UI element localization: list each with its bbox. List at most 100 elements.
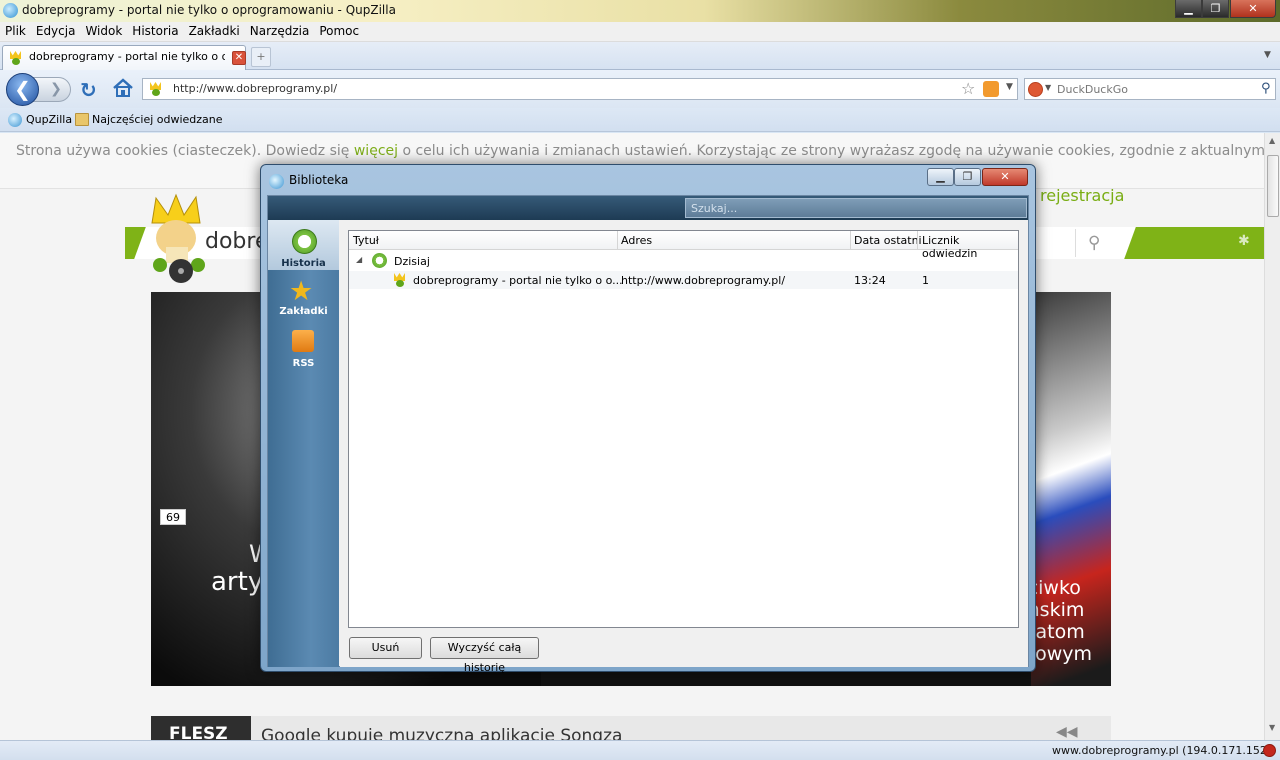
column-divider[interactable] bbox=[617, 231, 618, 250]
group-label: Dzisiaj bbox=[394, 255, 430, 268]
row-title: dobreprogramy - portal nie tylko o o... bbox=[413, 274, 623, 287]
library-maximize-button[interactable]: ❐ bbox=[954, 168, 981, 186]
comment-count-badge[interactable]: 69 bbox=[160, 509, 186, 525]
bookmarks-toolbar: QupZilla Najczęściej odwiedzane bbox=[0, 108, 1280, 132]
ticker-headline[interactable]: Google kupuje muzyczną aplikację Songza bbox=[261, 726, 622, 740]
history-clock-icon bbox=[292, 229, 317, 254]
tab-list-dropdown-icon[interactable]: ▼ bbox=[1264, 50, 1271, 60]
history-panel: Tytuł Adres Data ostatni Licznik odwiedz… bbox=[340, 220, 1028, 674]
home-icon[interactable] bbox=[112, 78, 134, 98]
window-titlebar: dobreprogramy - portal nie tylko o oprog… bbox=[0, 0, 1280, 22]
column-header-address[interactable]: Adres bbox=[621, 234, 652, 247]
scroll-up-icon[interactable]: ▲ bbox=[1269, 136, 1275, 145]
rss-icon bbox=[292, 330, 314, 352]
search-field[interactable]: ▼ DuckDuckGo ⚲ bbox=[1024, 78, 1276, 100]
hero-title-fragment: arty bbox=[211, 567, 264, 597]
new-tab-button[interactable]: + bbox=[251, 47, 271, 67]
site-favicon bbox=[9, 51, 22, 65]
ticker-label: FLESZ bbox=[169, 724, 228, 740]
settings-gear-icon[interactable]: ✱ bbox=[1238, 233, 1250, 249]
sidebar-item-rss[interactable]: RSS bbox=[268, 324, 339, 374]
library-search-input[interactable]: Szukaj... bbox=[685, 198, 1027, 218]
menu-widok[interactable]: Widok bbox=[80, 22, 127, 38]
bookmark-most-visited[interactable]: Najczęściej odwiedzane bbox=[92, 113, 223, 126]
ticker-prev-icon[interactable]: ◀◀ bbox=[1056, 724, 1078, 740]
library-minimize-button[interactable]: ▁ bbox=[927, 168, 954, 186]
row-date: 13:24 bbox=[854, 274, 886, 287]
news-ticker: FLESZ Google kupuje muzyczną aplikację S… bbox=[151, 716, 1111, 740]
tab-close-icon[interactable]: ✕ bbox=[232, 51, 246, 65]
column-divider[interactable] bbox=[850, 231, 851, 250]
history-clock-icon bbox=[372, 253, 387, 268]
clear-history-button[interactable]: Wyczyść całą historię bbox=[430, 637, 539, 674]
register-link[interactable]: rejestracja bbox=[1040, 186, 1124, 205]
tab-bar: dobreprogramy - portal nie tylko o opro.… bbox=[0, 42, 1280, 70]
scrollbar-thumb[interactable] bbox=[1267, 155, 1279, 217]
site-favicon bbox=[393, 273, 406, 287]
address-bar[interactable]: http://www.dobreprogramy.pl/ ☆ ▼ bbox=[142, 78, 1018, 100]
library-close-button[interactable]: ✕ bbox=[982, 168, 1028, 186]
sidebar-item-label: RSS bbox=[292, 358, 315, 369]
collapse-arrow-icon[interactable]: ◢ bbox=[356, 255, 362, 264]
history-group-today[interactable]: ◢ Dzisiaj bbox=[349, 252, 1018, 270]
menu-historia[interactable]: Historia bbox=[127, 22, 183, 38]
library-body: Szukaj... Historia ★ Zakładki RSS Tytuł bbox=[267, 195, 1029, 674]
row-visits: 1 bbox=[922, 274, 929, 287]
minimize-button[interactable]: ▁ bbox=[1175, 0, 1202, 18]
search-placeholder: DuckDuckGo bbox=[1057, 83, 1128, 96]
rss-feed-icon[interactable] bbox=[983, 81, 999, 97]
bookmark-star-icon[interactable]: ☆ bbox=[961, 79, 975, 98]
scroll-down-icon[interactable]: ▼ bbox=[1269, 723, 1275, 732]
menu-narzedzia[interactable]: Narzędzia bbox=[245, 22, 315, 38]
library-search-placeholder: Szukaj... bbox=[691, 202, 738, 215]
site-search-icon[interactable]: ⚲ bbox=[1088, 233, 1100, 253]
header-divider bbox=[1075, 229, 1076, 257]
search-engine-dropdown-icon[interactable]: ▼ bbox=[1045, 83, 1051, 92]
history-tree[interactable]: Tytuł Adres Data ostatni Licznik odwiedz… bbox=[348, 230, 1019, 628]
menu-edycja[interactable]: Edycja bbox=[31, 22, 81, 38]
url-text: http://www.dobreprogramy.pl/ bbox=[173, 82, 338, 95]
back-button[interactable]: ❮ bbox=[6, 73, 39, 106]
cookie-text: Strona używa cookies (ciasteczek). Dowie… bbox=[16, 143, 1264, 159]
window-title: dobreprogramy - portal nie tylko o oprog… bbox=[22, 3, 396, 17]
history-table-header: Tytuł Adres Data ostatni Licznik odwiedz… bbox=[349, 231, 1018, 260]
qupzilla-bookmark-icon bbox=[8, 113, 22, 127]
library-app-icon bbox=[269, 174, 284, 189]
menu-bar: Plik Edycja Widok Historia Zakładki Narzędzia… bbox=[0, 22, 1280, 42]
column-divider[interactable] bbox=[917, 231, 918, 250]
menu-pomoc[interactable]: Pomoc bbox=[314, 22, 364, 38]
table-row[interactable]: dobreprogramy - portal nie tylko o o... … bbox=[349, 271, 1018, 289]
site-logo-text[interactable]: dobre bbox=[205, 229, 269, 254]
site-logo-mascot-icon[interactable] bbox=[148, 193, 208, 283]
row-address: http://www.dobreprogramy.pl/ bbox=[621, 274, 786, 287]
bookmark-qupzilla[interactable]: QupZilla bbox=[26, 113, 72, 126]
column-header-date[interactable]: Data ostatni bbox=[854, 234, 922, 247]
library-title: Biblioteka bbox=[289, 173, 349, 187]
library-dialog: Biblioteka ▁ ❐ ✕ Szukaj... Historia ★ Za… bbox=[260, 164, 1036, 674]
library-sidebar: Historia ★ Zakładki RSS bbox=[268, 220, 339, 667]
menu-plik[interactable]: Plik bbox=[0, 22, 31, 38]
column-header-title[interactable]: Tytuł bbox=[353, 234, 379, 247]
status-bar: www.dobreprogramy.pl (194.0.171.152) bbox=[0, 740, 1280, 760]
tab-dobreprogramy[interactable]: dobreprogramy - portal nie tylko o opro.… bbox=[2, 45, 246, 70]
url-history-dropdown-icon[interactable]: ▼ bbox=[1006, 82, 1013, 92]
duckduckgo-icon[interactable] bbox=[1028, 82, 1043, 97]
reload-icon[interactable]: ↻ bbox=[80, 78, 97, 102]
sidebar-item-label: Historia bbox=[281, 258, 326, 269]
library-header: Szukaj... bbox=[268, 196, 1028, 220]
sidebar-item-zakladki[interactable]: ★ Zakładki bbox=[268, 272, 339, 322]
search-icon[interactable]: ⚲ bbox=[1261, 81, 1271, 96]
delete-button[interactable]: Usuń bbox=[349, 637, 422, 659]
sidebar-item-historia[interactable]: Historia bbox=[268, 220, 339, 270]
page-scrollbar[interactable]: ▲ ▼ bbox=[1264, 133, 1280, 740]
maximize-button[interactable]: ❐ bbox=[1202, 0, 1229, 18]
sidebar-item-label: Zakładki bbox=[279, 306, 328, 317]
qupzilla-app-icon bbox=[3, 3, 18, 18]
adblock-icon[interactable] bbox=[1263, 744, 1276, 757]
folder-icon bbox=[75, 113, 89, 126]
menu-zakladki[interactable]: Zakładki bbox=[184, 22, 245, 38]
close-button[interactable]: ✕ bbox=[1230, 0, 1276, 18]
bookmarks-star-icon: ★ bbox=[289, 276, 314, 307]
cookie-more-link[interactable]: więcej bbox=[354, 143, 398, 159]
status-text: www.dobreprogramy.pl (194.0.171.152) bbox=[1052, 744, 1272, 757]
